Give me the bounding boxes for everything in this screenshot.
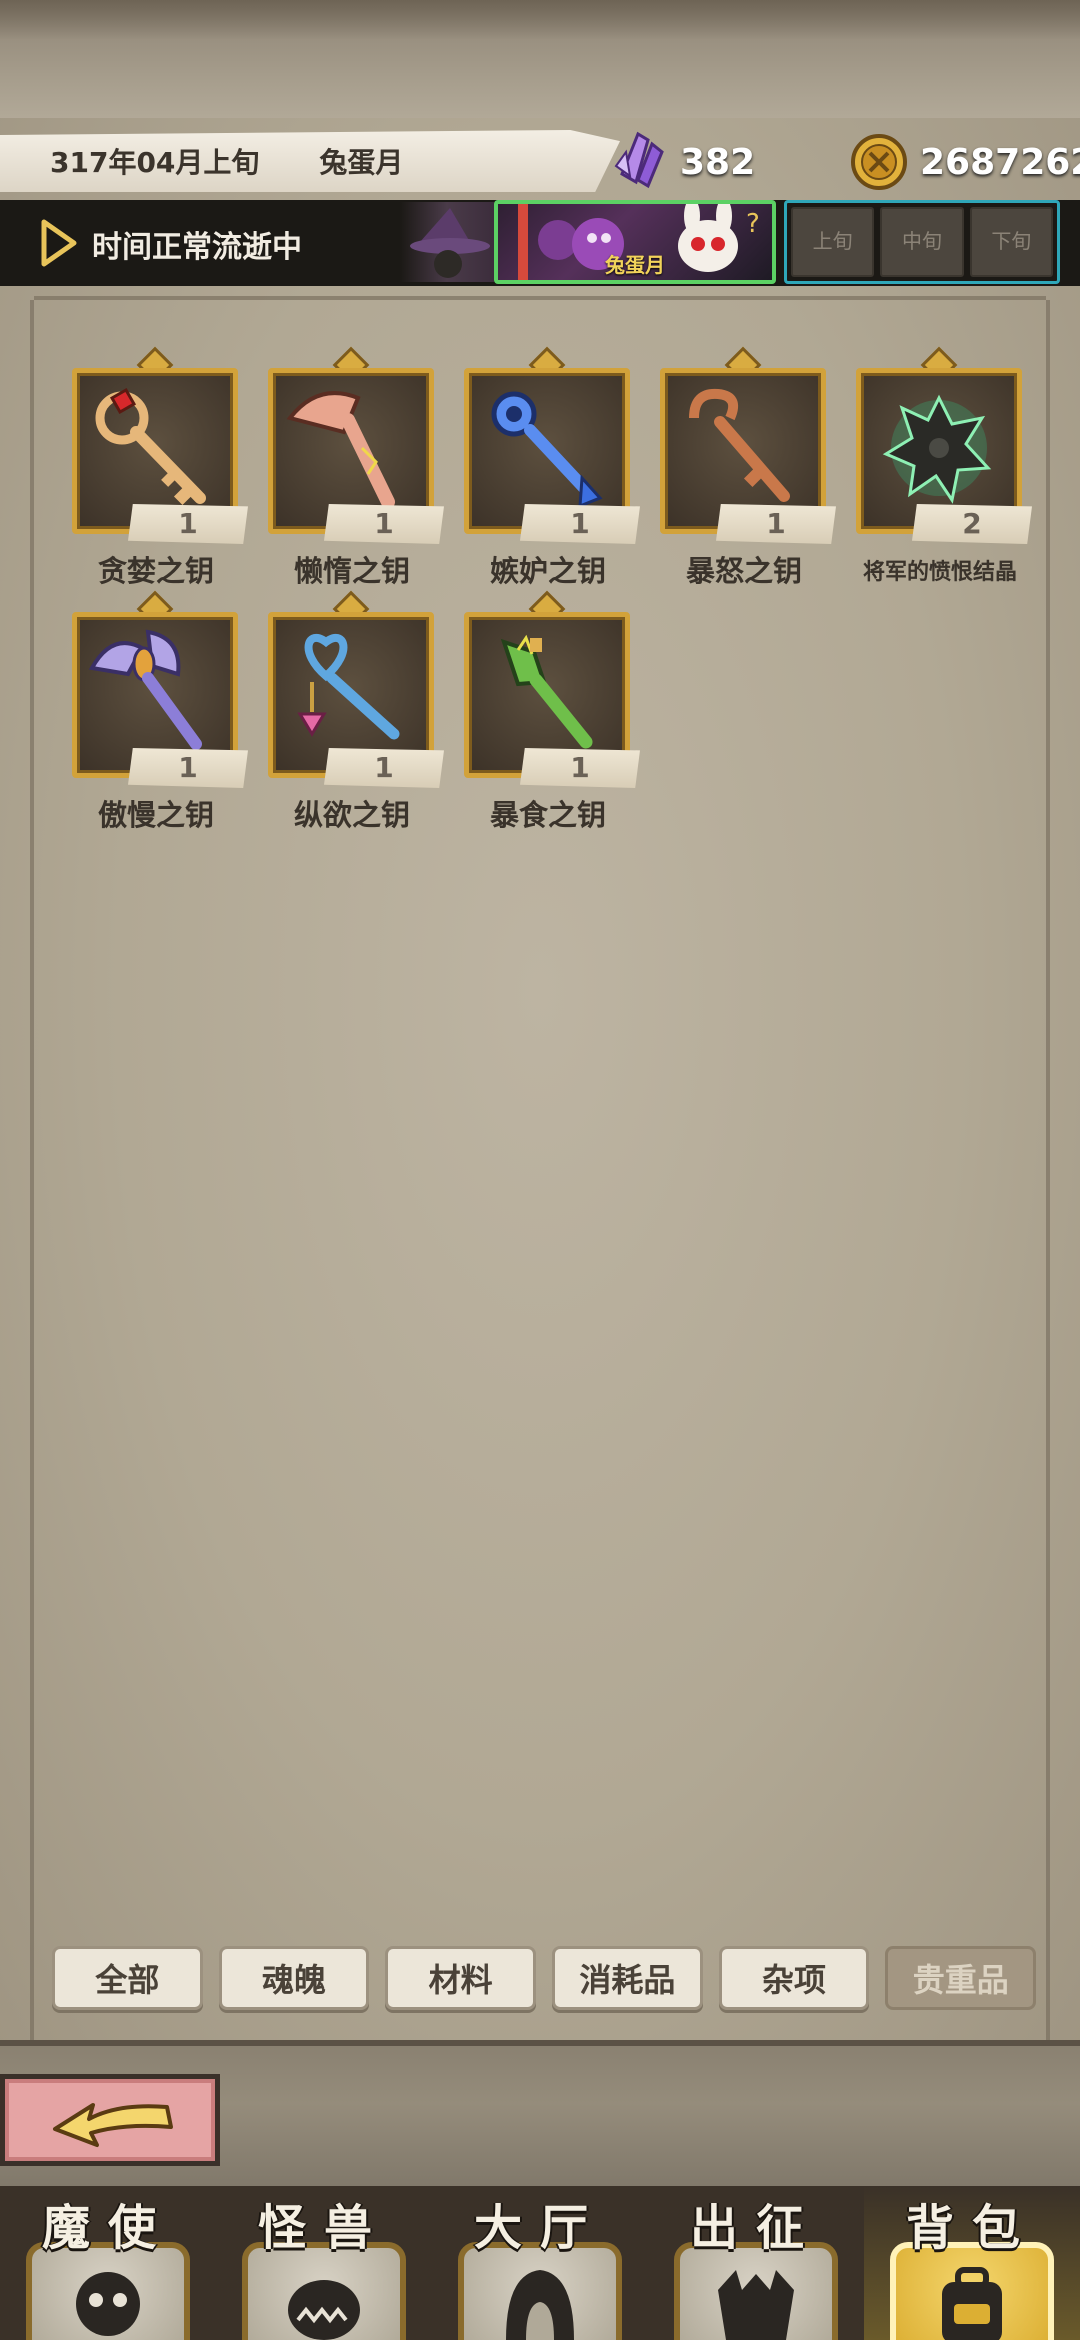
envy-key-icon bbox=[491, 391, 603, 509]
item-slot: 1 bbox=[62, 346, 248, 544]
item-count: 1 bbox=[520, 504, 640, 544]
period-early-button[interactable]: 上旬 bbox=[791, 207, 875, 277]
item-count: 1 bbox=[324, 748, 444, 788]
item-name: 懒惰之钥 bbox=[293, 554, 410, 588]
item-count: 1 bbox=[128, 748, 248, 788]
tab-misc[interactable]: 杂项 bbox=[718, 1946, 870, 2010]
gluttony-key-icon bbox=[500, 634, 593, 749]
item-name: 贪婪之钥 bbox=[97, 554, 214, 588]
nav-hall[interactable]: 大厅 bbox=[432, 2186, 648, 2340]
period-late-button[interactable]: 下旬 bbox=[969, 207, 1053, 277]
item-slot: 1 bbox=[650, 346, 836, 544]
inventory-item[interactable]: 2 将军的愤恨结晶 bbox=[842, 346, 1038, 585]
item-name: 将军的愤恨结晶 bbox=[862, 560, 1017, 585]
play-icon[interactable] bbox=[40, 218, 78, 268]
tab-valuables[interactable]: 贵重品 bbox=[885, 1946, 1037, 2010]
coin-count: 2687262 bbox=[920, 142, 1080, 183]
item-count: 1 bbox=[128, 504, 248, 544]
inventory-item[interactable]: 1 嫉妒之钥 bbox=[450, 346, 646, 588]
category-tabs: 全部 魂魄 材料 消耗品 杂项 贵重品 bbox=[52, 1946, 1037, 2010]
coin-icon bbox=[851, 134, 907, 190]
lust-key-icon bbox=[297, 633, 400, 740]
item-name: 傲慢之钥 bbox=[97, 798, 214, 832]
nav-label: 魔使 bbox=[41, 2200, 174, 2256]
nav-label: 大厅 bbox=[473, 2200, 606, 2256]
time-status-text: 时间正常流逝中 bbox=[92, 230, 302, 265]
wrath-key-icon bbox=[689, 388, 790, 502]
greed-key-icon bbox=[95, 387, 206, 506]
previous-month-preview bbox=[400, 202, 494, 282]
pride-key-icon bbox=[88, 629, 202, 750]
item-slot: 1 bbox=[258, 590, 444, 788]
inventory-item[interactable]: 1 暴食之钥 bbox=[450, 590, 646, 832]
inventory-item[interactable]: 1 暴怒之钥 bbox=[646, 346, 842, 588]
inventory-item[interactable]: 1 傲慢之钥 bbox=[58, 590, 254, 832]
period-middle-button[interactable]: 中旬 bbox=[880, 207, 964, 277]
item-name: 暴食之钥 bbox=[489, 798, 606, 832]
top-frame bbox=[0, 0, 1080, 130]
back-button[interactable] bbox=[0, 2074, 220, 2166]
item-name: 暴怒之钥 bbox=[685, 554, 802, 588]
current-month-label: 兔蛋月 bbox=[605, 253, 665, 277]
sloth-key-icon bbox=[286, 391, 395, 509]
nav-demon-envoy[interactable]: 魔使 bbox=[0, 2186, 216, 2340]
inventory-item[interactable]: 1 懒惰之钥 bbox=[254, 346, 450, 588]
inventory-item[interactable]: 1 贪婪之钥 bbox=[58, 346, 254, 588]
item-slot: 1 bbox=[454, 590, 640, 788]
item-count: 2 bbox=[912, 504, 1032, 544]
item-name: 纵欲之钥 bbox=[293, 798, 410, 832]
content-divider bbox=[34, 296, 1046, 316]
item-count: 1 bbox=[716, 504, 836, 544]
witch-hat-icon bbox=[410, 208, 490, 278]
gem-count: 382 bbox=[680, 142, 756, 183]
nav-label: 背包 bbox=[905, 2200, 1038, 2256]
gem-icon bbox=[614, 131, 664, 189]
item-slot: 1 bbox=[258, 346, 444, 544]
tab-all[interactable]: 全部 bbox=[52, 1946, 203, 2010]
date-text: 317年04月上旬 bbox=[50, 146, 260, 179]
item-slot: 1 bbox=[454, 346, 640, 544]
bottom-nav: 魔使 怪兽 大厅 出征 背包 bbox=[0, 2186, 1080, 2340]
item-name: 嫉妒之钥 bbox=[489, 554, 606, 588]
item-slot: 1 bbox=[62, 590, 248, 788]
item-count: 1 bbox=[520, 748, 640, 788]
nav-expedition[interactable]: 出征 bbox=[648, 2186, 864, 2340]
tab-consumables[interactable]: 消耗品 bbox=[552, 1946, 703, 2010]
inventory-item[interactable]: 1 纵欲之钥 bbox=[254, 590, 450, 832]
item-slot: 2 bbox=[846, 346, 1032, 544]
nav-label: 怪兽 bbox=[257, 2200, 390, 2256]
back-arrow-icon bbox=[53, 2103, 173, 2147]
general-resentment-crystal-icon bbox=[882, 394, 992, 504]
svg-text:?: ? bbox=[746, 209, 760, 239]
current-month-card[interactable]: ? 兔蛋月 bbox=[494, 200, 776, 284]
period-selector: 上旬 中旬 下旬 bbox=[784, 200, 1060, 284]
item-count: 1 bbox=[324, 504, 444, 544]
date-banner: 317年04月上旬 兔蛋月 bbox=[0, 130, 620, 192]
nav-backpack[interactable]: 背包 bbox=[864, 2186, 1080, 2340]
nav-label: 出征 bbox=[689, 2200, 822, 2256]
inventory-grid: 1 贪婪之钥 1 懒惰之钥 1 嫉妒之钥 1 暴怒之钥 2 将军的愤恨结晶 1 … bbox=[58, 346, 1038, 832]
nav-monsters[interactable]: 怪兽 bbox=[216, 2186, 432, 2340]
tab-souls[interactable]: 魂魄 bbox=[218, 1946, 370, 2010]
tab-materials[interactable]: 材料 bbox=[385, 1946, 537, 2010]
month-name-text: 兔蛋月 bbox=[319, 146, 404, 179]
